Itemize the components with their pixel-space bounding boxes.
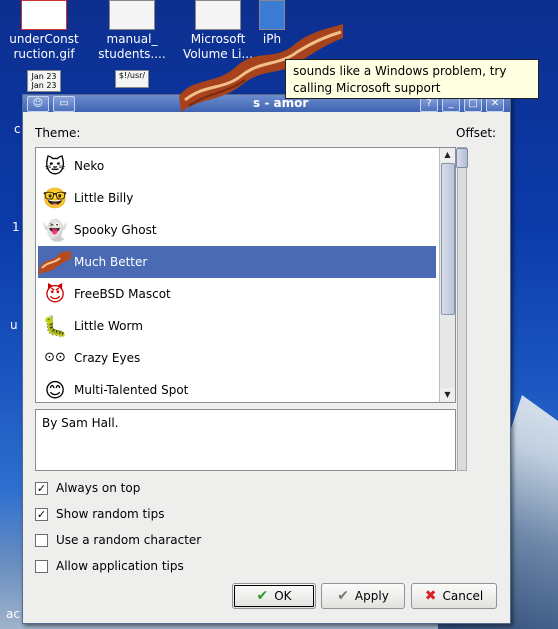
amor-settings-window: ☺ ▭ s - amor ? _ □ ✕ Theme: Offset: 🐱 Ne… — [22, 94, 511, 624]
cat-icon: 🐱 — [44, 154, 66, 178]
calendar-icon-text: Jan 23 Jan 23 — [31, 72, 57, 90]
desktop-icon-manual-students[interactable]: manual_ students.... — [86, 0, 178, 62]
desktop-edge-label: 1 — [12, 220, 20, 234]
tooltip-line: sounds like a Windows problem, try — [293, 64, 507, 78]
theme-list-item[interactable]: 🐱 Neko — [38, 150, 436, 182]
worm-icon: 🐛 — [42, 314, 68, 338]
theme-description: By Sam Hall. — [42, 416, 119, 430]
apply-button[interactable]: ✔ Apply — [321, 583, 405, 609]
terminal-icon-text: $!/usr/ — [118, 71, 146, 80]
theme-name: Much Better — [74, 255, 148, 269]
desktop-edge-label: c — [14, 122, 21, 136]
show-random-tips-checkbox[interactable]: ✓ Show random tips — [35, 507, 164, 521]
apply-check-icon: ✔ — [337, 588, 349, 604]
theme-list-item[interactable]: 😈 FreeBSD Mascot — [38, 278, 436, 310]
offset-slider[interactable] — [457, 147, 467, 471]
ok-button[interactable]: ✔ OK — [232, 583, 316, 609]
scroll-down-icon[interactable]: ▼ — [440, 388, 455, 402]
checkbox-label: Use a random character — [56, 533, 202, 547]
theme-name: Little Worm — [74, 319, 143, 333]
theme-label: Theme: — [35, 126, 81, 140]
cancel-button[interactable]: ✖ Cancel — [411, 583, 497, 609]
spreadsheet-file-icon — [109, 0, 155, 30]
theme-name: Crazy Eyes — [74, 351, 141, 365]
always-on-top-checkbox[interactable]: ✓ Always on top — [35, 481, 140, 495]
theme-list-item[interactable]: ⊙⊙ Crazy Eyes — [38, 342, 436, 374]
offset-slider-handle[interactable] — [456, 148, 468, 168]
scrollbar-thumb[interactable] — [441, 163, 455, 315]
desktop-edge-label: ac — [6, 607, 20, 621]
cancel-button-label: Cancel — [442, 589, 484, 603]
offset-label: Offset: — [456, 126, 497, 140]
desktop-edge-label: u — [10, 318, 18, 332]
theme-description-box: By Sam Hall. — [35, 409, 456, 471]
apply-button-label: Apply — [354, 589, 389, 603]
desktop-icon-calendar[interactable]: Jan 23 Jan 23 — [0, 70, 90, 94]
scroll-up-icon[interactable]: ▲ — [440, 148, 455, 162]
checkmark-icon: ✔ — [256, 588, 269, 604]
theme-name: Neko — [74, 159, 105, 173]
ok-button-label: OK — [274, 589, 292, 603]
checkbox-box[interactable]: ✓ — [35, 507, 48, 521]
theme-list-item[interactable]: 👻 Spooky Ghost — [38, 214, 436, 246]
theme-name: Spooky Ghost — [74, 223, 157, 237]
checkbox-label: Show random tips — [56, 507, 165, 521]
theme-name: FreeBSD Mascot — [74, 287, 171, 301]
window-menu-smiley-icon[interactable]: ☺ — [27, 96, 49, 112]
checkbox-box[interactable]: ✓ — [35, 481, 48, 495]
theme-name: Little Billy — [74, 191, 134, 205]
terminal-file-icon: $!/usr/ — [115, 70, 149, 88]
window-shade-icon[interactable]: ▭ — [53, 96, 75, 112]
desktop-icon-label: manual_ students.... — [98, 32, 166, 61]
checkbox-box[interactable] — [35, 533, 48, 547]
cancel-x-icon: ✖ — [424, 588, 437, 604]
tooltip-line: calling Microsoft support — [293, 81, 441, 95]
daemon-icon: 😈 — [44, 282, 66, 306]
bacon-icon — [38, 249, 72, 275]
checkbox-label: Always on top — [56, 481, 141, 495]
theme-list-item[interactable]: 🐛 Little Worm — [38, 310, 436, 342]
checkbox-box[interactable] — [35, 559, 48, 573]
theme-list[interactable]: 🐱 Neko 🤓 Little Billy 👻 Spooky Ghost Muc… — [35, 147, 456, 403]
theme-list-item[interactable]: 😊 Multi-Talented Spot — [38, 374, 436, 400]
theme-name: Multi-Talented Spot — [74, 383, 189, 397]
calendar-file-icon: Jan 23 Jan 23 — [27, 70, 61, 92]
desktop-icon-label: underConst ruction.gif — [9, 32, 79, 61]
desktop-icon-terminal[interactable]: $!/usr/ — [86, 70, 178, 90]
desktop-icon-underconstruction[interactable]: underConst ruction.gif — [0, 0, 90, 62]
theme-list-scrollbar[interactable]: ▲ ▼ — [439, 148, 455, 402]
amor-tooltip-bubble: sounds like a Windows problem, try calli… — [285, 59, 539, 99]
smiley-icon: 😊 — [44, 378, 66, 400]
ghost-icon: 👻 — [42, 218, 68, 242]
theme-list-item[interactable]: 🤓 Little Billy — [38, 182, 436, 214]
allow-application-tips-checkbox[interactable]: Allow application tips — [35, 559, 184, 573]
billy-icon: 🤓 — [42, 186, 68, 210]
image-file-icon — [21, 0, 67, 30]
use-random-character-checkbox[interactable]: Use a random character — [35, 533, 201, 547]
eyes-icon: ⊙⊙ — [44, 350, 66, 365]
theme-list-item-selected[interactable]: Much Better — [38, 246, 436, 278]
checkbox-label: Allow application tips — [56, 559, 184, 573]
